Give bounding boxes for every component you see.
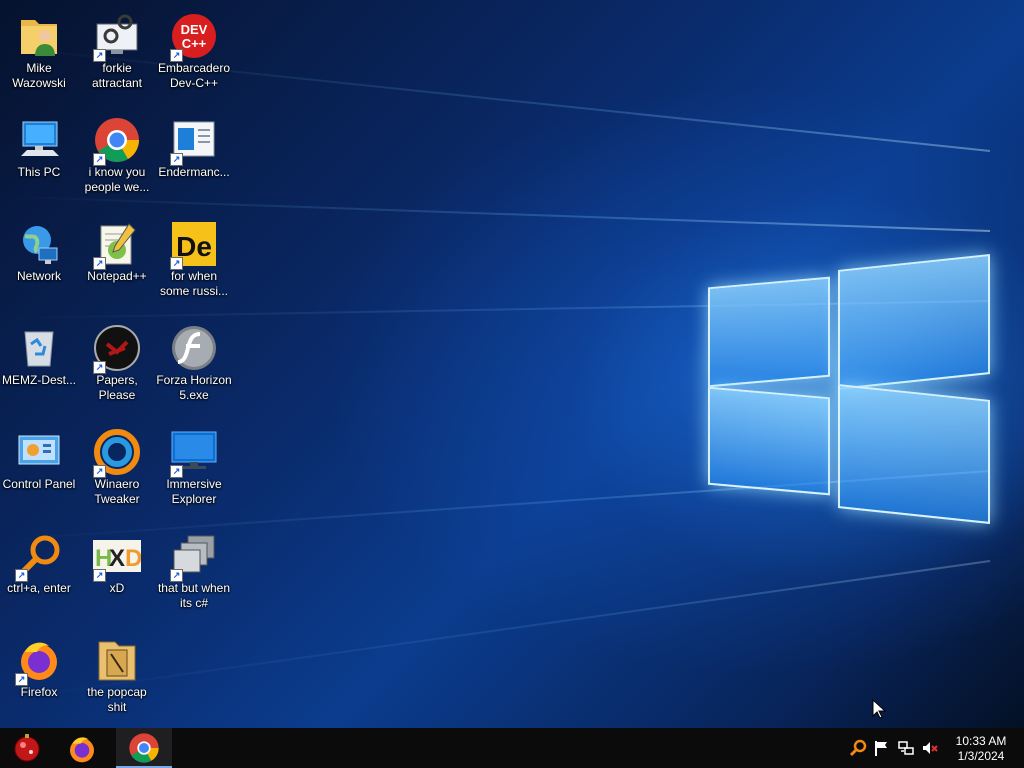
taskbar-chrome-button[interactable] [116, 728, 172, 768]
desktop-icon-notepad-plus-plus[interactable]: ↗ Notepad++ [78, 212, 156, 314]
desktop-icon-label: for when some russi... [159, 269, 228, 298]
wallpaper-logo-pane [708, 276, 830, 388]
chrome-icon [129, 733, 159, 763]
desktop-icon-label: Network [16, 269, 61, 283]
desktop-icon-label: MEMZ-Dest... [2, 373, 76, 387]
desktop-icon-this-pc[interactable]: This PC [0, 108, 78, 210]
desktop-icon-ctrl-a-enter[interactable]: ↗ ctrl+a, enter [0, 524, 78, 626]
desktop-icon-endermanch[interactable]: ↗ Endermanc... [155, 108, 233, 210]
desktop-icon-network[interactable]: Network [0, 212, 78, 314]
desktop-icon-label: Immersive Explorer [166, 477, 222, 506]
computer-icon [21, 121, 59, 156]
flash-icon [172, 326, 216, 370]
desktop-icon-memz[interactable]: MEMZ-Dest... [0, 316, 78, 418]
desktop-icon-label: Endermanc... [158, 165, 230, 179]
popcap-folder-icon [98, 641, 136, 681]
desktop-icon-label: Firefox [20, 685, 58, 699]
clock-date: 1/3/2024 [957, 749, 1005, 763]
desktop-icon-papers-please[interactable]: ↗ Papers, Please [78, 316, 156, 418]
desktop-icon-label: ctrl+a, enter [7, 581, 71, 595]
recycle-bin-icon [24, 331, 54, 367]
desktop-icon-de-app[interactable]: De ↗ for when some russi... [155, 212, 233, 314]
search-icon[interactable] [849, 739, 867, 757]
network-icon[interactable] [897, 739, 915, 757]
desktop-icon-popcap[interactable]: the popcap shit [78, 628, 156, 728]
desktop-icon-control-panel[interactable]: Control Panel [0, 420, 78, 522]
desktop-icon-label: Winaero Tweaker [94, 477, 140, 506]
desktop-icon-devcpp[interactable]: DEV C++ ↗ Embarcadero Dev-C++ [155, 4, 233, 106]
desktop-icon-xd[interactable]: H X D ↗ xD [78, 524, 156, 626]
action-center-flag-icon[interactable] [873, 739, 891, 757]
network-globe-icon [23, 226, 58, 264]
desktop-icon-label: Control Panel [2, 477, 76, 491]
wallpaper-logo-pane [708, 386, 830, 496]
desktop-icon-mike-wazowski[interactable]: Mike Wazowski [0, 4, 78, 106]
desktop-icon-chrome-shortcut[interactable]: ↗ i know you people we... [78, 108, 156, 210]
desktop-icon-label: Forza Horizon 5.exe [156, 373, 232, 402]
desktop-icon-label: Notepad++ [87, 269, 147, 283]
desktop-icon-that-but-csharp[interactable]: ↗ that but when its c# [155, 524, 233, 626]
firefox-icon [70, 737, 94, 763]
clock-time: 10:33 AM [955, 734, 1007, 748]
desktop-icon-forza-horizon[interactable]: Forza Horizon 5.exe [155, 316, 233, 418]
taskbar-firefox-button[interactable] [56, 728, 108, 768]
desktop-icon-immersive-explorer[interactable]: ↗ Immersive Explorer [155, 420, 233, 522]
desktop-icon-firefox[interactable]: ↗ Firefox [0, 628, 78, 728]
svg-text:DEV: DEV [181, 22, 208, 37]
user-folder-icon [21, 20, 57, 56]
control-panel-icon [18, 435, 60, 465]
volume-muted-icon[interactable] [921, 739, 939, 757]
desktop-icon-label: Mike Wazowski [12, 61, 66, 90]
desktop-icon-label: This PC [17, 165, 61, 179]
svg-text:C++: C++ [182, 36, 207, 51]
wallpaper-logo-pane [838, 384, 990, 524]
taskbar: 10:33 AM 1/3/2024 [0, 728, 1024, 768]
desktop-icon-label: forkie attractant [91, 61, 143, 90]
start-orb-icon [14, 734, 40, 762]
desktop-icon-label: Papers, Please [96, 373, 138, 402]
desktop-icon-label: the popcap shit [87, 685, 147, 714]
svg-text:D: D [125, 545, 141, 572]
desktop-icon-winaero-tweaker[interactable]: ↗ Winaero Tweaker [78, 420, 156, 522]
desktop-icon-label: Embarcadero Dev-C++ [157, 61, 231, 90]
svg-text:X: X [109, 545, 125, 572]
desktop-icon-forkie-attractant[interactable]: ↗ forkie attractant [78, 4, 156, 106]
mouse-cursor-icon [872, 699, 886, 719]
wallpaper-logo-pane [838, 254, 990, 390]
start-button[interactable] [2, 728, 54, 768]
system-clock[interactable]: 10:33 AM 1/3/2024 [948, 734, 1014, 764]
desktop-icon-label: that but when its c# [157, 581, 231, 610]
desktop-icon-label: i know you people we... [84, 165, 150, 194]
desktop-icon-label: xD [109, 581, 125, 595]
desktop[interactable]: Mike Wazowski This PC Network MEMZ-Dest.… [0, 0, 1024, 728]
